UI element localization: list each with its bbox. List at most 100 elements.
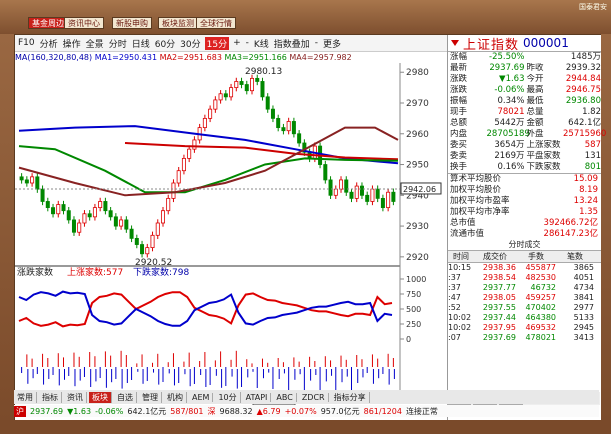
ma-legend: MA(160,320,80,48) MA1=2950.431 MA2=2951.… (15, 52, 447, 63)
candle-body (339, 179, 344, 190)
quote-v2: 587 (584, 140, 601, 150)
stat-value: 1.35 (579, 207, 598, 217)
tool-1[interactable]: 分析 (39, 37, 59, 50)
quote-row: 内盘 28705189 外盘 25715960 (448, 129, 607, 140)
candle-body (386, 191, 391, 209)
candle-body (51, 207, 56, 215)
stat-label: 加权平均市净率 (450, 207, 510, 217)
trade-n: 4051 (573, 273, 594, 282)
tool-8[interactable]: 15分 (204, 36, 230, 50)
top-button-3[interactable]: 新股申购 (112, 17, 152, 29)
trade-row: 10:02 2937.44 464380 5133 (448, 313, 601, 323)
quote-v1: 5442万 (494, 118, 525, 128)
candle-body (113, 216, 118, 227)
quote-v2: 642.1亿 (568, 118, 601, 128)
top-button-5[interactable]: 全球行情 (196, 17, 236, 29)
kline-chart[interactable]: 2980 2970 2960 2950 2940 2930 2920 2980.13 2920.… (15, 63, 447, 419)
tool-12[interactable]: 指数叠加 (273, 37, 311, 50)
stat-value: 392466.72亿 (543, 218, 598, 228)
quote-row: 总额 5442万 金额 642.1亿 (448, 118, 601, 129)
sz-pct: +0.07% (284, 406, 317, 416)
tool-0[interactable]: F10 (17, 38, 36, 48)
bottom-tab-6[interactable]: 机构 (164, 391, 187, 403)
trade-q: 470402 (525, 303, 556, 312)
top-button-2[interactable]: 资讯中心 (64, 17, 104, 29)
quote-v2: 2936.80 (565, 96, 601, 106)
candle-body (391, 191, 396, 202)
quote-title: 上证指数 000001 (448, 35, 601, 53)
kline-svg[interactable]: 29802970296029502940293029202980.132920.… (15, 63, 447, 419)
top-button-4[interactable]: 板块监测 (158, 17, 198, 29)
sh-value: 2937.69 (30, 406, 64, 416)
ma-prefix: MA (15, 53, 28, 62)
quote-c2: 总量 (526, 107, 544, 117)
trades-col-header[interactable]: 成交价 (474, 251, 516, 262)
candle-body (108, 210, 113, 218)
stat-value: 15.09 (573, 174, 598, 184)
top-button-1[interactable]: 基金周边 (28, 17, 68, 29)
trade-n: 5133 (573, 313, 594, 322)
y-tick-label: 2930 (406, 222, 429, 232)
trades-col-header[interactable]: 时间 (448, 251, 474, 262)
stat-row: 总市值 392466.72亿 (448, 218, 601, 229)
ind-tick-label: 250 (406, 320, 421, 329)
tool-7[interactable]: 30分 (179, 37, 201, 50)
bottom-tab-9[interactable]: ATAPI (243, 392, 272, 402)
bottom-tab-7[interactable]: AEM (189, 392, 214, 402)
candle-body (286, 121, 291, 132)
trades-col-header[interactable]: 笔数 (556, 251, 594, 262)
bottom-tab-4[interactable]: 自选 (114, 391, 137, 403)
quote-c2: 平盘家数 (526, 151, 561, 161)
bottom-tab-8[interactable]: 10分 (215, 391, 241, 403)
low-label: 2920.52 (135, 258, 172, 268)
tool-13[interactable]: - (314, 38, 319, 48)
bottom-tab-2[interactable]: 资讯 (64, 391, 87, 403)
tool-5[interactable]: 日线 (131, 37, 151, 50)
quote-c2: 下跌家数 (526, 162, 561, 172)
bottom-tab-1[interactable]: 指标 (39, 391, 62, 403)
candle-body (234, 81, 239, 89)
candle-body (323, 164, 328, 181)
tool-2[interactable]: 操作 (62, 37, 82, 50)
tool-10[interactable]: - (245, 38, 250, 48)
index-code: 000001 (523, 36, 569, 50)
trade-p: 2937.77 (482, 283, 516, 292)
trades-title: 分时成交 (508, 240, 541, 249)
quote-v1: 3654万 (494, 140, 525, 150)
y-tick-label: 2970 (406, 99, 429, 109)
quote-c1: 现手 (450, 107, 468, 117)
bottom-tab-12[interactable]: 指标分享 (331, 391, 370, 403)
stat-row: 加权平均市净率 1.35 (448, 207, 601, 218)
quote-v2: 25715960 (563, 129, 607, 139)
bottom-tab-0[interactable]: 常用 (14, 391, 37, 403)
trades-col-header[interactable]: 手数 (516, 251, 556, 262)
tool-4[interactable]: 分时 (108, 37, 128, 50)
bottom-tab-11[interactable]: ZDCR (299, 392, 329, 402)
candle-body (92, 207, 97, 218)
candle-body (328, 179, 333, 196)
bottom-tab-3[interactable]: 板块 (89, 391, 112, 403)
tool-14[interactable]: 更多 (322, 37, 342, 50)
trade-n: 2977 (573, 303, 594, 312)
index-name: 上证指数 (463, 37, 520, 53)
trade-p: 2938.54 (482, 273, 516, 282)
bottom-tab-5[interactable]: 管理 (139, 391, 162, 403)
quote-c2: 外盘 (526, 129, 544, 139)
candle-body (134, 237, 139, 245)
candle-body (150, 234, 155, 249)
tool-6[interactable]: 60分 (154, 37, 176, 50)
candle-body (365, 194, 370, 202)
y-tick-label: 2980 (406, 68, 429, 78)
candle-body (349, 191, 354, 199)
stat-label: 总市值 (450, 218, 476, 228)
sz-amount: 957.0亿元 (320, 406, 360, 416)
quote-c1: 最新 (450, 63, 468, 73)
tool-11[interactable]: K线 (253, 37, 270, 50)
bottom-tab-10[interactable]: ABC (273, 392, 297, 402)
tool-3[interactable]: 全景 (85, 37, 105, 50)
main-panel: F10 分析 操作 全景 分时 日线 60分 30分 15分 + - K线 指数叠加 - 更多 MA(160… (14, 34, 607, 422)
ma4-value: MA4=2957.982 (289, 53, 352, 62)
quote-v1: 0.34% (497, 96, 525, 106)
tool-9[interactable]: + (232, 38, 242, 48)
trade-q: 469532 (525, 323, 556, 332)
